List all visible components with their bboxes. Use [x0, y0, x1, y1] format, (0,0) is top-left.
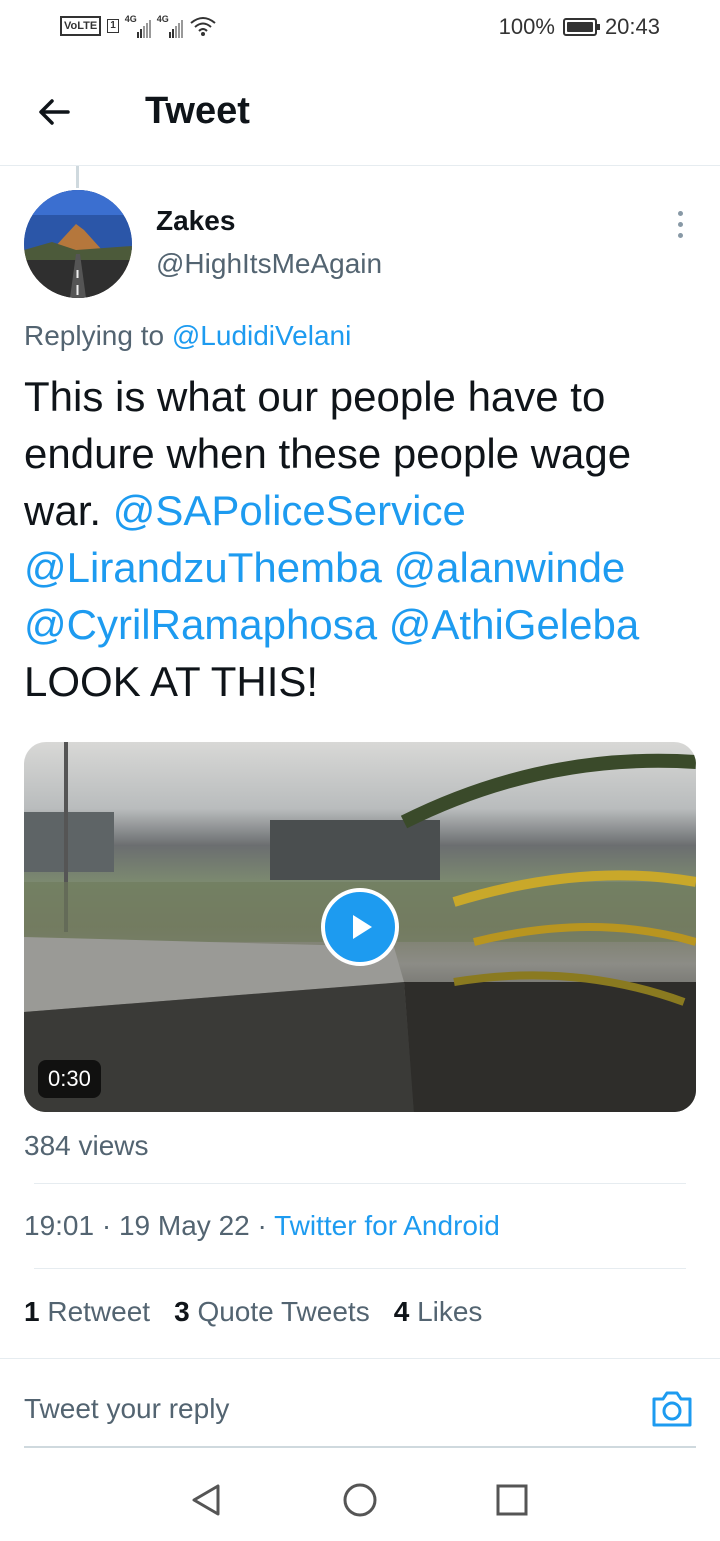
- status-time: 20:43: [604, 14, 660, 39]
- author-handle[interactable]: @HighItsMeAgain: [156, 248, 382, 280]
- sim-indicator: 1: [107, 19, 119, 33]
- meta-separator: ·: [101, 1210, 112, 1241]
- tweet-text-segment: [382, 544, 394, 591]
- mention-link[interactable]: @SAPoliceService: [113, 487, 466, 534]
- video-duration: 0:30: [38, 1060, 101, 1098]
- mention-link[interactable]: @CyrilRamaphosa: [24, 601, 377, 648]
- reply-composer: Tweet your reply: [0, 1358, 720, 1448]
- status-left: VoLTE 1 4G 4G: [60, 14, 217, 38]
- likes-count: 4: [393, 1296, 410, 1327]
- nav-back-button[interactable]: [184, 1478, 228, 1522]
- view-count: 384 views: [24, 1130, 149, 1161]
- tweet-time: 19:01: [24, 1210, 95, 1241]
- volte-badge: VoLTE: [60, 16, 102, 36]
- network-type-label: 4G: [124, 14, 137, 24]
- replying-to-link[interactable]: @LudidiVelani: [172, 320, 351, 351]
- back-button[interactable]: [30, 88, 78, 136]
- tweet-text-segment: LOOK AT THIS!: [24, 658, 319, 705]
- tweet-text-segment: [377, 601, 389, 648]
- avatar[interactable]: [24, 190, 132, 298]
- mention-link[interactable]: @alanwinde: [394, 544, 626, 591]
- nav-recents-icon: [496, 1484, 528, 1516]
- battery-icon: [562, 18, 600, 36]
- tweet-text: This is what our people have to endure w…: [24, 368, 704, 710]
- back-arrow-icon: [39, 99, 70, 125]
- camera-button[interactable]: [650, 1389, 694, 1429]
- more-options-button[interactable]: [666, 204, 694, 244]
- play-icon: [353, 915, 372, 939]
- battery-percent: 100%: [498, 14, 555, 39]
- thread-connector: [76, 166, 79, 188]
- nav-home-button[interactable]: [338, 1478, 382, 1522]
- nav-recents-button[interactable]: [490, 1478, 534, 1522]
- replying-to: Replying to @LudidiVelani: [24, 320, 351, 352]
- network-type-label-2: 4G: [156, 14, 169, 24]
- status-right: 100% 20:43: [499, 14, 660, 40]
- quote-tweets-stat[interactable]: 3 Quote Tweets: [174, 1296, 370, 1328]
- reply-input[interactable]: Tweet your reply: [24, 1393, 229, 1425]
- play-button[interactable]: [321, 888, 399, 966]
- meta-separator: ·: [257, 1210, 267, 1241]
- avatar-image: [24, 190, 132, 298]
- system-nav-bar: [0, 1460, 720, 1541]
- engagement-counts: 1 Retweet 3 Quote Tweets 4 Likes: [24, 1296, 482, 1328]
- camera-icon: [652, 1391, 692, 1427]
- reply-underline: [24, 1446, 696, 1448]
- nav-back-icon: [192, 1484, 220, 1516]
- signal-strength-icon-2: 4G: [157, 14, 183, 38]
- quotes-label: Quote Tweets: [197, 1296, 370, 1327]
- replying-prefix: Replying to: [24, 320, 165, 351]
- tweet-meta: 19:01 · 19 May 22 · Twitter for Android: [24, 1210, 500, 1242]
- retweets-label: Retweet: [47, 1296, 151, 1327]
- divider: [34, 1268, 686, 1269]
- page-title: Tweet: [145, 90, 250, 132]
- nav-home-icon: [343, 1483, 377, 1517]
- tweet-date: 19 May 22: [118, 1210, 250, 1241]
- signal-strength-icon: 4G: [125, 14, 151, 38]
- retweets-count: 1: [24, 1296, 40, 1327]
- status-bar: VoLTE 1 4G 4G 100% 20:43: [0, 0, 720, 56]
- tweet-source-link[interactable]: Twitter for Android: [274, 1210, 500, 1241]
- video-player[interactable]: 0:30: [24, 742, 696, 1112]
- mention-link[interactable]: @LirandzuThemba: [24, 544, 382, 591]
- retweets-stat[interactable]: 1 Retweet: [24, 1296, 150, 1328]
- mention-link[interactable]: @AthiGeleba: [389, 601, 639, 648]
- author-name[interactable]: Zakes: [156, 205, 235, 237]
- divider: [34, 1183, 686, 1184]
- likes-stat[interactable]: 4 Likes: [394, 1296, 483, 1328]
- more-vertical-icon: [677, 210, 683, 216]
- top-app-bar: Tweet: [0, 56, 720, 166]
- wifi-icon: [190, 17, 216, 36]
- likes-label: Likes: [417, 1296, 483, 1327]
- quotes-count: 3: [174, 1296, 190, 1327]
